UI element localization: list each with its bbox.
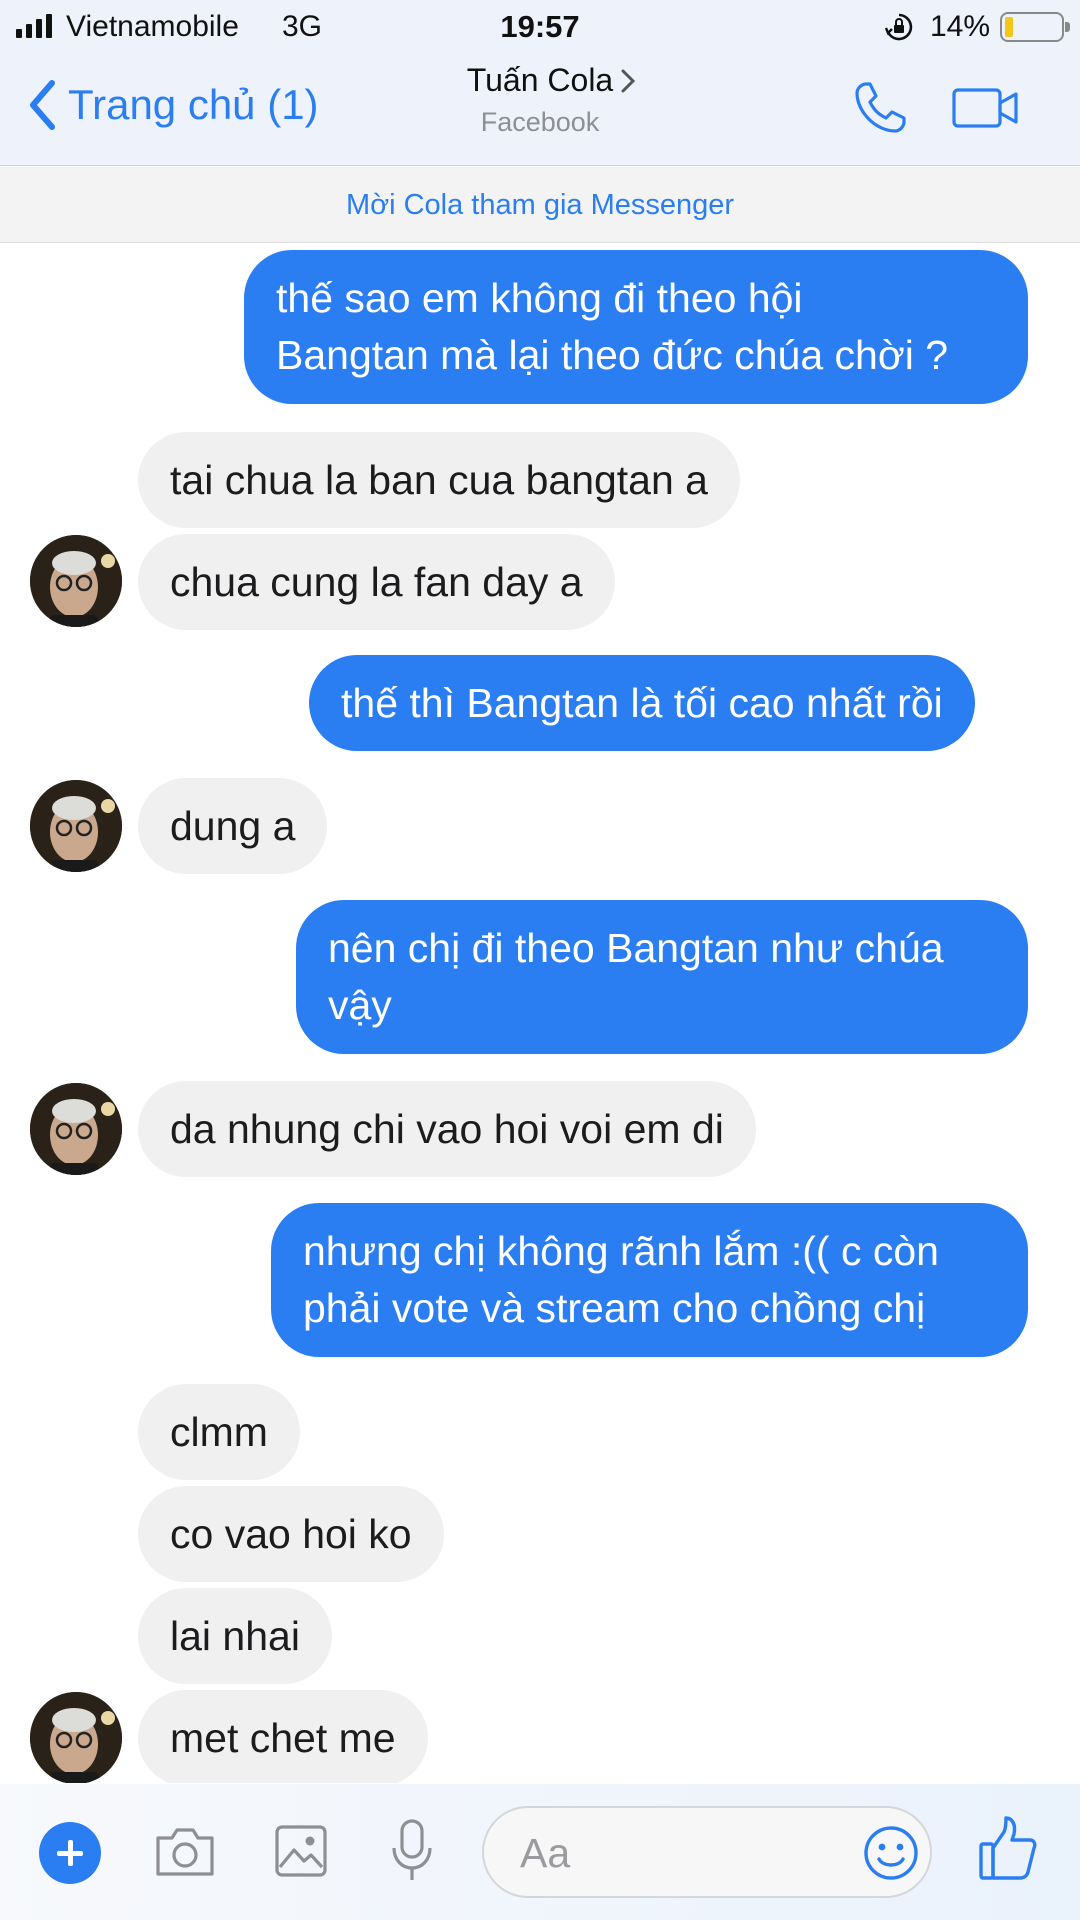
- video-camera-icon[interactable]: [952, 86, 1020, 130]
- message-text: da nhung chi vao hoi voi em di: [170, 1106, 724, 1152]
- outgoing-message[interactable]: thế thì Bangtan là tối cao nhất rồi: [309, 655, 975, 751]
- message-line: nên chị đi theo Bangtan như chúa: [328, 925, 944, 971]
- battery-percent: 14%: [930, 10, 991, 43]
- status-bar: Vietnamobile 3G 19:57 14%: [0, 0, 1080, 54]
- orientation-lock-icon: [884, 13, 913, 41]
- message-line: thế sao em không đi theo hội: [276, 275, 803, 321]
- message-text: clmm: [170, 1409, 268, 1455]
- message-line: vậy: [328, 982, 392, 1028]
- back-chevron-icon: [30, 80, 55, 130]
- image-icon[interactable]: [274, 1824, 328, 1878]
- camera-icon[interactable]: [154, 1824, 216, 1878]
- contact-name: Tuấn Cola: [466, 62, 614, 98]
- outgoing-message[interactable]: nên chị đi theo Bangtan như chúa vậy: [296, 900, 1028, 1054]
- phone-icon[interactable]: [852, 80, 908, 136]
- incoming-message[interactable]: co vao hoi ko: [138, 1486, 444, 1582]
- message-line: nhưng chị không rãnh lắm :(( c còn: [303, 1228, 939, 1274]
- contact-avatar[interactable]: [30, 1083, 122, 1175]
- contact-title[interactable]: Tuấn Cola Facebook: [390, 62, 690, 138]
- composer-bar: Aa: [0, 1784, 1080, 1920]
- emoji-icon[interactable]: [862, 1824, 920, 1882]
- outgoing-message[interactable]: thế sao em không đi theo hội Bangtan mà …: [244, 250, 1028, 404]
- incoming-message[interactable]: da nhung chi vao hoi voi em di: [138, 1081, 756, 1177]
- message-text: co vao hoi ko: [170, 1511, 412, 1557]
- message-text: dung a: [170, 803, 296, 849]
- outgoing-message[interactable]: nhưng chị không rãnh lắm :(( c còn phải …: [271, 1203, 1028, 1357]
- thumbs-up-icon[interactable]: [978, 1814, 1038, 1882]
- message-text: chua cung la fan day a: [170, 559, 583, 605]
- message-input[interactable]: Aa: [482, 1806, 932, 1898]
- battery-icon: [1000, 12, 1070, 42]
- invite-banner[interactable]: Mời Cola tham gia Messenger: [0, 167, 1080, 243]
- message-line: phải vote và stream cho chồng chị: [303, 1285, 926, 1331]
- incoming-message[interactable]: tai chua la ban cua bangtan a: [138, 432, 740, 528]
- microphone-icon[interactable]: [390, 1818, 434, 1884]
- contact-avatar[interactable]: [30, 1692, 122, 1783]
- message-text: lai nhai: [170, 1613, 300, 1659]
- battery-fill: [1005, 17, 1013, 37]
- back-button[interactable]: Trang chủ (1): [28, 80, 319, 130]
- message-list[interactable]: thế sao em không đi theo hội Bangtan mà …: [0, 244, 1080, 1783]
- message-text: thế thì Bangtan là tối cao nhất rồi: [341, 680, 943, 726]
- contact-avatar[interactable]: [30, 780, 122, 872]
- title-chevron-icon: [621, 69, 636, 93]
- contact-avatar[interactable]: [30, 535, 122, 627]
- contact-source: Facebook: [480, 107, 600, 137]
- incoming-message[interactable]: chua cung la fan day a: [138, 534, 615, 630]
- message-text: met chet me: [170, 1715, 396, 1761]
- message-line: Bangtan mà lại theo đức chúa chời ?: [276, 332, 949, 378]
- incoming-message[interactable]: dung a: [138, 778, 328, 874]
- incoming-message[interactable]: lai nhai: [138, 1588, 332, 1684]
- plus-icon[interactable]: [39, 1822, 101, 1884]
- avatar-image: [30, 535, 122, 627]
- incoming-message[interactable]: clmm: [138, 1384, 300, 1480]
- avatar-image: [30, 1692, 122, 1783]
- conversation-header: Trang chủ (1) Tuấn Cola Facebook: [0, 54, 1080, 166]
- status-time: 19:57: [500, 9, 580, 44]
- avatar-image: [30, 1083, 122, 1175]
- avatar-image: [30, 780, 122, 872]
- incoming-message[interactable]: met chet me: [138, 1690, 428, 1783]
- message-text: tai chua la ban cua bangtan a: [170, 457, 708, 503]
- message-input-placeholder: Aa: [520, 1830, 571, 1876]
- back-label: Trang chủ (1): [68, 81, 319, 128]
